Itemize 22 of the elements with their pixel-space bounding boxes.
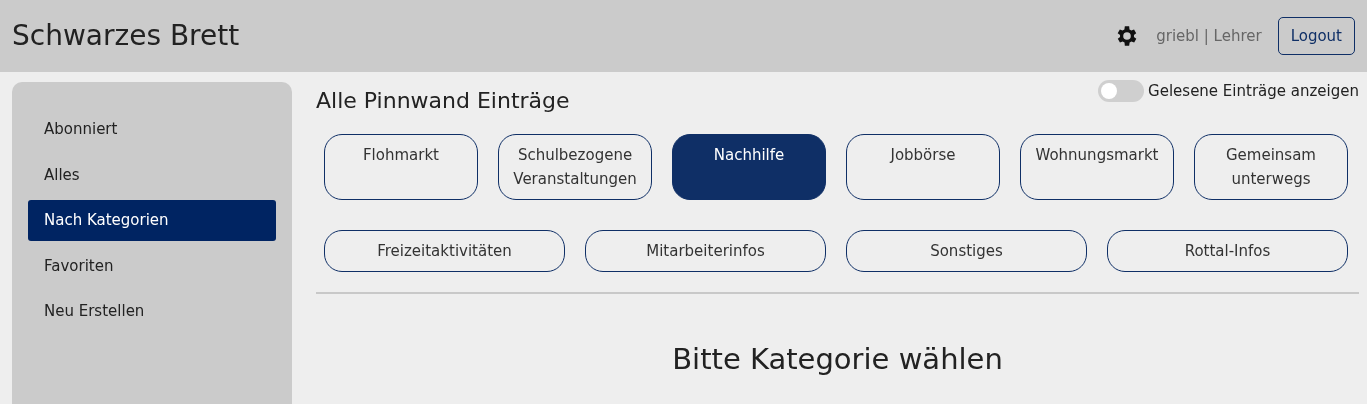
sidebar-item[interactable]: Nach Kategorien (28, 200, 276, 241)
category-button[interactable]: Flohmarkt (324, 134, 478, 201)
sidebar-item[interactable]: Neu Erstellen (28, 291, 276, 332)
category-button[interactable]: Gemeinsam unterwegs (1194, 134, 1348, 201)
category-button[interactable]: Wohnungsmarkt (1020, 134, 1174, 201)
category-button[interactable]: Jobbörse (846, 134, 1000, 201)
toggle-switch[interactable] (1098, 80, 1145, 103)
toggle-label: Gelesene Einträge anzeigen (1148, 81, 1359, 102)
app-title: Schwarzes Brett (12, 18, 240, 54)
sidebar-item[interactable]: Favoriten (28, 245, 276, 286)
user-label: griebl | Lehrer (1156, 25, 1262, 47)
page-heading: Alle Pinnwand Einträge (316, 88, 570, 115)
category-button[interactable]: Freizeitaktivitäten (324, 230, 565, 273)
category-button[interactable]: Nachhilfe (672, 134, 826, 201)
logout-button[interactable]: Logout (1277, 16, 1355, 56)
category-button[interactable]: Schulbezogene Veranstaltungen (498, 134, 652, 201)
sidebar-item[interactable]: Alles (28, 154, 276, 195)
empty-message: Bitte Kategorie wählen (671, 341, 1004, 379)
category-button[interactable]: Sonstiges (846, 230, 1087, 273)
category-button[interactable]: Mitarbeiterinfos (585, 230, 826, 273)
category-button[interactable]: Rottal-Infos (1107, 230, 1348, 273)
sidebar-item[interactable]: Abonniert (28, 109, 276, 150)
